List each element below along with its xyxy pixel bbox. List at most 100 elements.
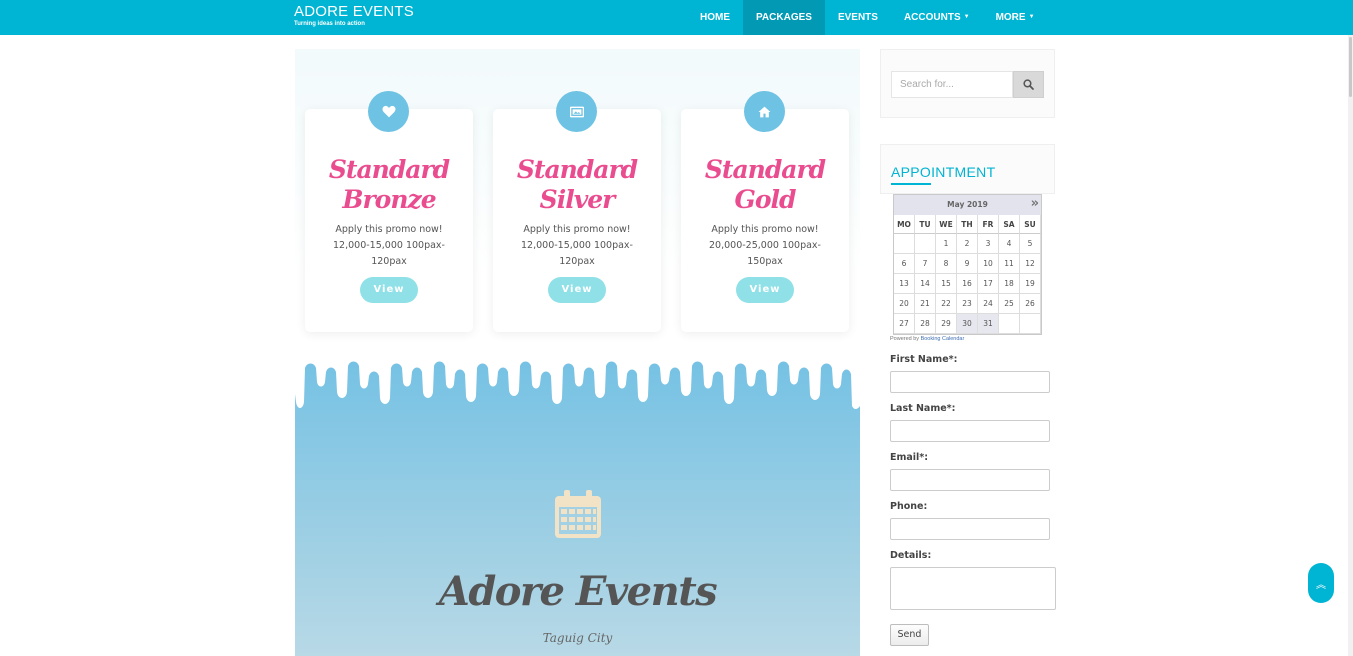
brand-logo[interactable]: ADORE EVENTS Turning ideas into action [294, 4, 414, 28]
calendar-day[interactable]: 6 [894, 254, 915, 274]
brand-title[interactable]: ADORE EVENTS [294, 4, 414, 20]
details-textarea[interactable] [890, 567, 1056, 610]
view-button[interactable]: View [360, 277, 418, 303]
calendar-day[interactable]: 9 [957, 254, 978, 274]
booking-calendar: May 2019 » MO TU WE TH FR SA SU 1 2 3 4 5 6 7 8 9 10 11 12… [893, 194, 1042, 335]
scroll-to-top-button[interactable]: ︽ [1308, 563, 1334, 603]
calendar-day[interactable]: 25 [999, 294, 1020, 314]
search-icon [1023, 79, 1034, 90]
calendar-day[interactable]: 21 [915, 294, 936, 314]
events-subtitle: Taguig City [542, 631, 613, 645]
main-nav: HOME PACKAGES EVENTS ACCOUNTS ▼ MORE ▼ [687, 0, 1048, 35]
calendar-day[interactable]: 8 [936, 254, 957, 274]
view-button[interactable]: View [736, 277, 794, 303]
calendar-day[interactable]: 13 [894, 274, 915, 294]
next-month-button[interactable]: » [1031, 194, 1039, 214]
calendar-day[interactable]: 10 [978, 254, 999, 274]
scrollbar-thumb[interactable] [1349, 37, 1352, 97]
last-name-field[interactable] [890, 420, 1050, 442]
chevron-up-icon: ︽ [1316, 579, 1326, 591]
email-label: Email*: [890, 452, 929, 463]
calendar-weekday: MO [894, 215, 915, 234]
calendar-day[interactable]: 24 [978, 294, 999, 314]
calendar-day[interactable]: 30 [957, 314, 978, 334]
powered-by-text: Powered by [890, 336, 920, 342]
package-description: Apply this promo now! 12,000-15,000 100p… [521, 224, 633, 267]
view-button[interactable]: View [548, 277, 606, 303]
nav-accounts-label: ACCOUNTS [903, 12, 961, 24]
package-title-line1: Standard [704, 155, 826, 184]
nav-more-label: MORE [995, 12, 1026, 24]
appointment-title: APPOINTMENT [891, 164, 996, 180]
calendar-day[interactable]: 4 [999, 234, 1020, 254]
home-icon [744, 91, 785, 132]
calendar-day[interactable]: 7 [915, 254, 936, 274]
calendar-day[interactable]: 11 [999, 254, 1020, 274]
nav-packages-label: PACKAGES [756, 12, 812, 23]
package-title-line1: Standard [328, 155, 450, 184]
calendar-day[interactable]: 12 [1020, 254, 1041, 274]
calendar-day[interactable]: 19 [1020, 274, 1041, 294]
package-description: Apply this promo now! 20,000-25,000 100p… [709, 224, 821, 267]
powered-by: Powered by Booking Calendar [890, 336, 964, 342]
calendar-day[interactable]: 20 [894, 294, 915, 314]
events-title: Adore Events [438, 568, 718, 615]
calendar-day[interactable]: 3 [978, 234, 999, 254]
calendar-weekday: TH [957, 215, 978, 234]
nav-home[interactable]: HOME [687, 0, 743, 35]
calendar-day[interactable]: 2 [957, 234, 978, 254]
caret-down-icon: ▼ [1028, 14, 1035, 20]
calendar-day[interactable]: 5 [1020, 234, 1041, 254]
booking-calendar-link[interactable]: Booking Calendar [921, 336, 965, 342]
calendar-day[interactable]: 18 [999, 274, 1020, 294]
first-name-field[interactable] [890, 371, 1050, 393]
calendar-weekday: SA [999, 215, 1020, 234]
search-input[interactable] [891, 71, 1013, 98]
calendar-day[interactable]: 15 [936, 274, 957, 294]
send-button[interactable]: Send [890, 624, 929, 646]
nav-home-label: HOME [700, 12, 730, 23]
calendar-weekday: WE [936, 215, 957, 234]
nav-accounts[interactable]: ACCOUNTS ▼ [891, 0, 983, 35]
calendar-day[interactable]: 28 [915, 314, 936, 334]
package-card-bronze: Standard Bronze Apply this promo now! 12,… [305, 91, 473, 332]
email-field[interactable] [890, 469, 1050, 491]
calendar-empty-cell [1020, 314, 1041, 334]
appointment-widget: APPOINTMENT [880, 144, 1055, 194]
scrollbar-track[interactable] [1348, 35, 1353, 656]
package-title-line2: Silver [539, 185, 616, 214]
drip-decoration [295, 354, 860, 409]
package-title: Standard Gold [681, 155, 849, 215]
calendar-month: May 2019 [947, 200, 988, 209]
last-name-label: Last Name*: [890, 403, 956, 414]
calendar-day[interactable]: 22 [936, 294, 957, 314]
phone-field[interactable] [890, 518, 1050, 540]
calendar-day[interactable]: 14 [915, 274, 936, 294]
package-title: Standard Silver [493, 155, 661, 215]
calendar-header: May 2019 » [894, 195, 1041, 215]
package-description: Apply this promo now! 12,000-15,000 100p… [333, 224, 445, 267]
first-name-label: First Name*: [890, 354, 958, 365]
search-widget [880, 49, 1055, 118]
calendar-day[interactable]: 17 [978, 274, 999, 294]
packages-section: Standard Bronze Apply this promo now! 12,… [295, 49, 860, 369]
calendar-weekday: TU [915, 215, 936, 234]
calendar-day[interactable]: 23 [957, 294, 978, 314]
top-navbar: ADORE EVENTS Turning ideas into action H… [0, 0, 1353, 35]
package-card-silver: Standard Silver Apply this promo now! 12,… [493, 91, 661, 332]
calendar-day[interactable]: 29 [936, 314, 957, 334]
heart-icon [368, 91, 409, 132]
nav-events[interactable]: EVENTS [825, 0, 891, 35]
calendar-day[interactable]: 1 [936, 234, 957, 254]
calendar-grid: MO TU WE TH FR SA SU 1 2 3 4 5 6 7 8 9 10 11 12 13 14 15 16 17 1… [894, 215, 1041, 334]
package-card-gold: Standard Gold Apply this promo now! 20,00… [681, 91, 849, 332]
calendar-empty-cell [999, 314, 1020, 334]
nav-packages[interactable]: PACKAGES [743, 0, 825, 35]
calendar-day[interactable]: 26 [1020, 294, 1041, 314]
nav-more[interactable]: MORE ▼ [983, 0, 1048, 35]
calendar-day[interactable]: 27 [894, 314, 915, 334]
calendar-day[interactable]: 31 [978, 314, 999, 334]
calendar-day[interactable]: 16 [957, 274, 978, 294]
search-button[interactable] [1013, 71, 1044, 98]
details-label: Details: [890, 550, 932, 561]
